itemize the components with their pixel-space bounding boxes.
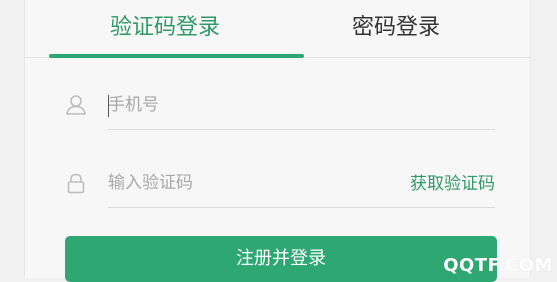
site-watermark: QQTF.COM bbox=[443, 255, 553, 276]
login-card: 验证码登录 密码登录 获取验证码 注册并登录 bbox=[24, 0, 531, 282]
tab-password-login[interactable]: 密码登录 bbox=[351, 10, 441, 46]
login-tabs: 验证码登录 密码登录 bbox=[25, 0, 530, 58]
code-field: 获取验证码 bbox=[65, 152, 495, 208]
code-input[interactable] bbox=[108, 168, 358, 198]
text-cursor bbox=[108, 95, 109, 117]
active-tab-indicator bbox=[49, 54, 304, 58]
phone-underline bbox=[108, 129, 495, 130]
register-login-button[interactable]: 注册并登录 bbox=[65, 236, 497, 282]
user-icon bbox=[66, 95, 86, 115]
get-code-button[interactable]: 获取验证码 bbox=[410, 170, 495, 198]
tab-sms-login[interactable]: 验证码登录 bbox=[110, 10, 220, 46]
phone-field bbox=[65, 74, 495, 130]
lock-icon bbox=[67, 173, 85, 194]
phone-input[interactable] bbox=[108, 90, 488, 120]
code-underline bbox=[108, 207, 495, 208]
